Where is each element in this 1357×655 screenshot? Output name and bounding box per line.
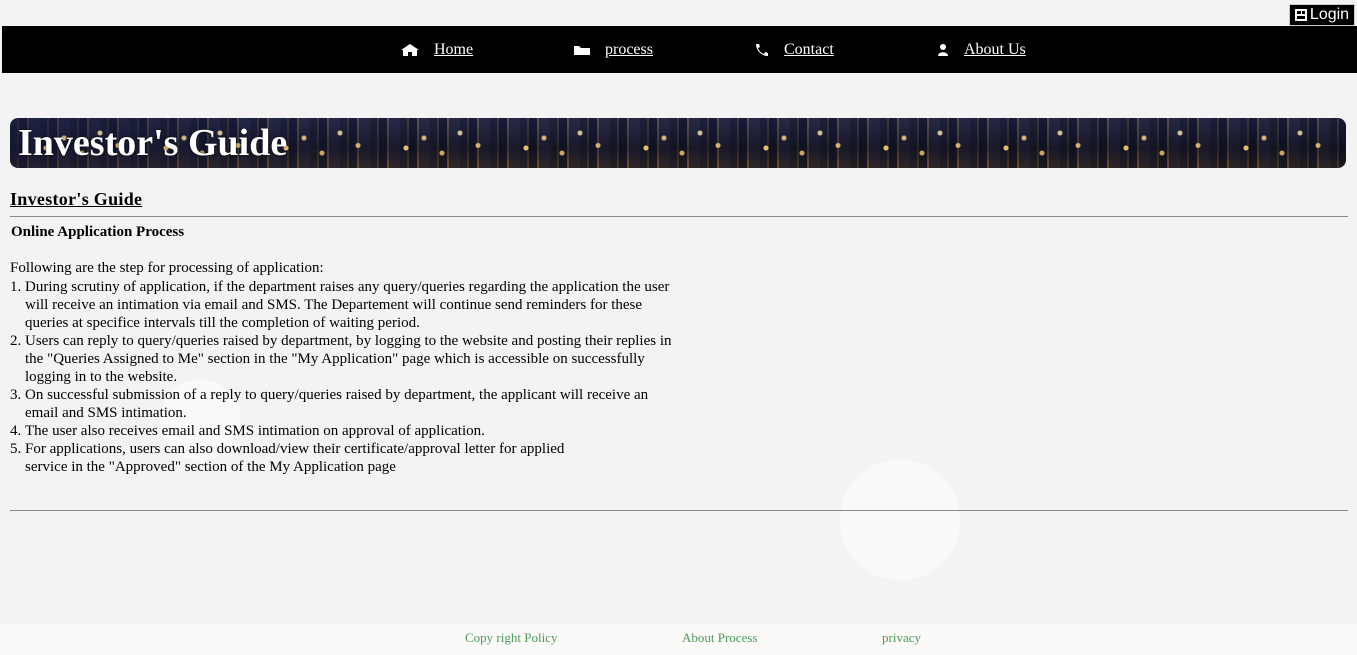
- list-item: 1. During scrutiny of application, if th…: [10, 278, 710, 332]
- folder-icon: [573, 44, 591, 56]
- login-button[interactable]: Login: [1289, 4, 1355, 26]
- home-icon: [400, 43, 420, 57]
- step-text: On successful submission of a reply to q…: [25, 387, 649, 421]
- nav-item-contact[interactable]: Contact: [754, 26, 834, 73]
- list-item: 3. On successful submission of a reply t…: [10, 386, 710, 422]
- section-subheading: Online Application Process: [11, 224, 185, 240]
- step-number: 4.: [10, 423, 22, 439]
- divider-bottom: [10, 510, 1348, 511]
- login-icon: [1294, 9, 1307, 21]
- main-navbar: Home process Contact About Us: [2, 26, 1357, 73]
- nav-label-process: process: [605, 40, 653, 58]
- step-number: 1.: [10, 279, 22, 295]
- divider-top: [10, 216, 1348, 217]
- footer-link-privacy[interactable]: privacy: [882, 630, 921, 646]
- user-icon: [936, 43, 950, 57]
- page-banner: Investor's Guide: [10, 118, 1346, 168]
- nav-item-process[interactable]: process: [573, 26, 653, 73]
- intro-text: Following are the step for processing of…: [10, 260, 324, 276]
- step-text: Users can reply to query/queries raised …: [25, 333, 672, 385]
- nav-item-about[interactable]: About Us: [936, 26, 1026, 73]
- nav-label-home: Home: [434, 40, 474, 58]
- step-number: 3.: [10, 387, 22, 403]
- login-label: Login: [1309, 6, 1350, 23]
- step-number: 5.: [10, 441, 22, 457]
- footer: Copy right Policy About Process privacy: [0, 624, 1357, 655]
- step-text: For applications, users can also downloa…: [25, 441, 565, 475]
- phone-icon: [754, 43, 770, 57]
- nav-item-home[interactable]: Home: [400, 26, 473, 73]
- banner-title: Investor's Guide: [18, 122, 288, 164]
- steps-list: 1. During scrutiny of application, if th…: [10, 278, 710, 476]
- list-item: 5. For applications, users can also down…: [10, 440, 710, 476]
- list-item: 4. The user also receives email and SMS …: [10, 422, 710, 440]
- step-text: During scrutiny of application, if the d…: [25, 279, 670, 331]
- step-number: 2.: [10, 333, 22, 349]
- list-item: 2. Users can reply to query/queries rais…: [10, 332, 710, 386]
- page-title: Investor's Guide: [10, 189, 143, 209]
- footer-link-about-process[interactable]: About Process: [682, 630, 757, 646]
- nav-label-contact: Contact: [784, 40, 834, 58]
- step-text: The user also receives email and SMS int…: [25, 423, 485, 439]
- nav-label-about: About Us: [964, 40, 1026, 58]
- footer-link-copyright[interactable]: Copy right Policy: [465, 630, 557, 646]
